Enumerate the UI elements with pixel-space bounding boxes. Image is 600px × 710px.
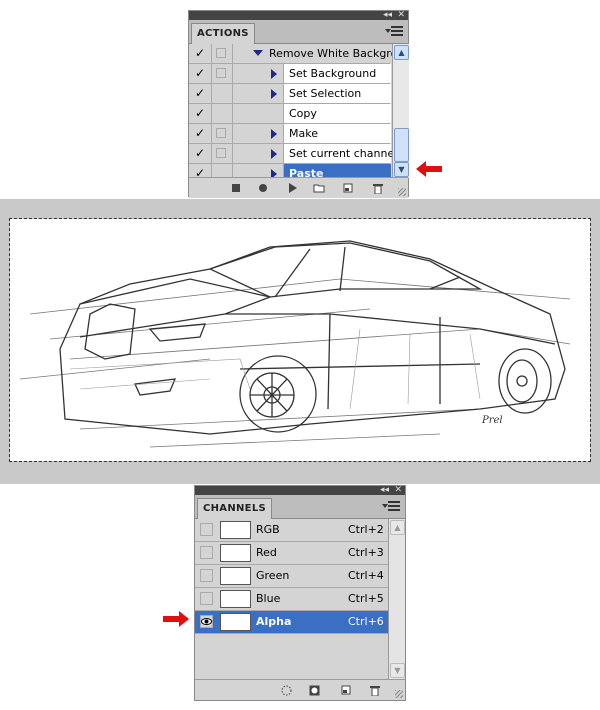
action-step[interactable]: Copy bbox=[283, 104, 391, 123]
resize-grip[interactable] bbox=[395, 690, 403, 698]
channel-row-selected[interactable]: Alpha Ctrl+6 bbox=[195, 611, 388, 634]
signature: Prel bbox=[482, 415, 503, 426]
channel-shortcut: Ctrl+4 bbox=[348, 569, 384, 582]
channel-name: Green bbox=[256, 569, 290, 582]
canvas-area: Prel bbox=[0, 199, 600, 484]
actions-footer bbox=[189, 177, 408, 198]
actions-scrollbar[interactable]: ▲ ▼ bbox=[392, 44, 409, 178]
channel-thumbnail bbox=[220, 544, 251, 562]
action-row[interactable]: ✓ Set current channel bbox=[189, 144, 392, 164]
scroll-down-button[interactable]: ▼ bbox=[390, 663, 405, 678]
expand-right-icon[interactable] bbox=[271, 129, 277, 139]
dialog-toggle[interactable] bbox=[216, 128, 226, 138]
panel-menu-icon[interactable] bbox=[385, 26, 403, 36]
action-row[interactable]: ✓ Copy bbox=[189, 104, 391, 124]
action-row[interactable]: ✓ Make bbox=[189, 124, 391, 144]
expand-down-icon[interactable] bbox=[253, 50, 263, 56]
action-step-label: Set Selection bbox=[289, 87, 362, 100]
action-step[interactable]: Set Selection bbox=[283, 84, 391, 103]
expand-right-icon[interactable] bbox=[271, 69, 277, 79]
actions-panel: ◂◂ ✕ ACTIONS ✓ Remove White Backgro... ✓… bbox=[188, 10, 409, 198]
checkmark-icon[interactable]: ✓ bbox=[195, 127, 206, 139]
channels-tab-row: CHANNELS bbox=[195, 495, 405, 519]
document-canvas[interactable]: Prel bbox=[9, 218, 591, 462]
new-channel-icon[interactable] bbox=[341, 685, 351, 695]
channel-row[interactable]: Blue Ctrl+5 bbox=[195, 588, 388, 611]
checkmark-icon[interactable]: ✓ bbox=[195, 67, 206, 79]
dialog-toggle[interactable] bbox=[216, 148, 226, 158]
tab-actions[interactable]: ACTIONS bbox=[191, 23, 255, 44]
channel-name: RGB bbox=[256, 523, 280, 536]
channels-scrollbar[interactable]: ▲ ▼ bbox=[388, 519, 405, 679]
action-step-label: Make bbox=[289, 127, 318, 140]
channel-thumbnail bbox=[220, 521, 251, 539]
channel-name: Alpha bbox=[256, 615, 292, 628]
scroll-thumb[interactable] bbox=[394, 128, 409, 162]
tab-channels[interactable]: CHANNELS bbox=[197, 498, 272, 519]
action-set-label: Remove White Backgro... bbox=[269, 47, 392, 60]
scroll-up-button[interactable]: ▲ bbox=[394, 45, 409, 60]
expand-right-icon[interactable] bbox=[271, 89, 277, 99]
channel-thumbnail bbox=[220, 567, 251, 585]
actions-list: ✓ Remove White Backgro... ✓ Set Backgrou… bbox=[189, 44, 392, 178]
channel-row[interactable]: Red Ctrl+3 bbox=[195, 542, 388, 565]
action-row-selected[interactable]: ✓ Paste bbox=[189, 164, 391, 178]
action-step-label: Set current channel bbox=[289, 147, 392, 160]
channel-thumbnail bbox=[220, 590, 251, 608]
action-step-label: Copy bbox=[289, 107, 317, 120]
channel-shortcut: Ctrl+2 bbox=[348, 523, 384, 536]
visibility-toggle[interactable] bbox=[200, 546, 213, 559]
car-sketch-image bbox=[19, 240, 571, 448]
save-selection-icon[interactable] bbox=[309, 685, 320, 696]
channels-footer bbox=[195, 679, 405, 700]
panel-title-bar[interactable]: ◂◂ ✕ bbox=[195, 485, 405, 495]
action-step[interactable]: Paste bbox=[283, 164, 391, 178]
channel-shortcut: Ctrl+6 bbox=[348, 615, 384, 628]
trash-icon[interactable] bbox=[373, 183, 383, 194]
trash-icon[interactable] bbox=[370, 685, 380, 696]
visibility-toggle[interactable] bbox=[200, 523, 213, 536]
action-step-label: Set Background bbox=[289, 67, 377, 80]
checkmark-icon[interactable]: ✓ bbox=[195, 147, 206, 159]
new-action-icon[interactable] bbox=[343, 183, 353, 193]
visibility-toggle[interactable] bbox=[200, 569, 213, 582]
stop-icon[interactable] bbox=[231, 183, 241, 193]
play-icon[interactable] bbox=[288, 183, 298, 193]
action-step-label: Paste bbox=[289, 167, 324, 178]
channel-shortcut: Ctrl+5 bbox=[348, 592, 384, 605]
action-row[interactable]: ✓ Set Selection bbox=[189, 84, 391, 104]
channel-row[interactable]: RGB Ctrl+2 bbox=[195, 519, 388, 542]
panel-title-bar[interactable]: ◂◂ ✕ bbox=[189, 10, 408, 20]
action-row[interactable]: ✓ Set Background bbox=[189, 64, 391, 84]
resize-grip[interactable] bbox=[398, 188, 406, 196]
dialog-toggle[interactable] bbox=[216, 68, 226, 78]
channel-row[interactable]: Green Ctrl+4 bbox=[195, 565, 388, 588]
scroll-up-button[interactable]: ▲ bbox=[390, 520, 405, 535]
checkmark-icon[interactable]: ✓ bbox=[195, 87, 206, 99]
channel-name: Red bbox=[256, 546, 277, 559]
red-arrow-icon bbox=[163, 611, 189, 627]
folder-icon[interactable] bbox=[313, 183, 325, 193]
visibility-toggle[interactable] bbox=[200, 592, 213, 605]
red-arrow-icon bbox=[416, 161, 442, 177]
load-selection-icon[interactable] bbox=[281, 685, 292, 696]
channel-shortcut: Ctrl+3 bbox=[348, 546, 384, 559]
panel-menu-icon[interactable] bbox=[382, 501, 400, 511]
record-icon[interactable] bbox=[258, 183, 268, 193]
channels-list: RGB Ctrl+2 Red Ctrl+3 Green Ctrl+4 Blue … bbox=[195, 519, 388, 679]
checkmark-icon[interactable]: ✓ bbox=[195, 107, 206, 119]
checkmark-icon[interactable]: ✓ bbox=[195, 47, 206, 59]
action-step[interactable]: Set Background bbox=[283, 64, 391, 83]
scroll-down-button[interactable]: ▼ bbox=[394, 162, 409, 177]
action-step[interactable]: Set current channel bbox=[283, 144, 392, 163]
eye-icon[interactable] bbox=[200, 615, 213, 628]
expand-right-icon[interactable] bbox=[271, 149, 277, 159]
action-row[interactable]: ✓ Remove White Backgro... bbox=[189, 44, 392, 64]
action-step[interactable]: Make bbox=[283, 124, 391, 143]
channels-panel: ◂◂ ✕ CHANNELS RGB Ctrl+2 Red Ctrl+3 Gree… bbox=[194, 485, 406, 701]
actions-tab-row: ACTIONS bbox=[189, 20, 408, 44]
channel-name: Blue bbox=[256, 592, 281, 605]
dialog-toggle[interactable] bbox=[216, 48, 226, 58]
channel-thumbnail bbox=[220, 613, 251, 631]
